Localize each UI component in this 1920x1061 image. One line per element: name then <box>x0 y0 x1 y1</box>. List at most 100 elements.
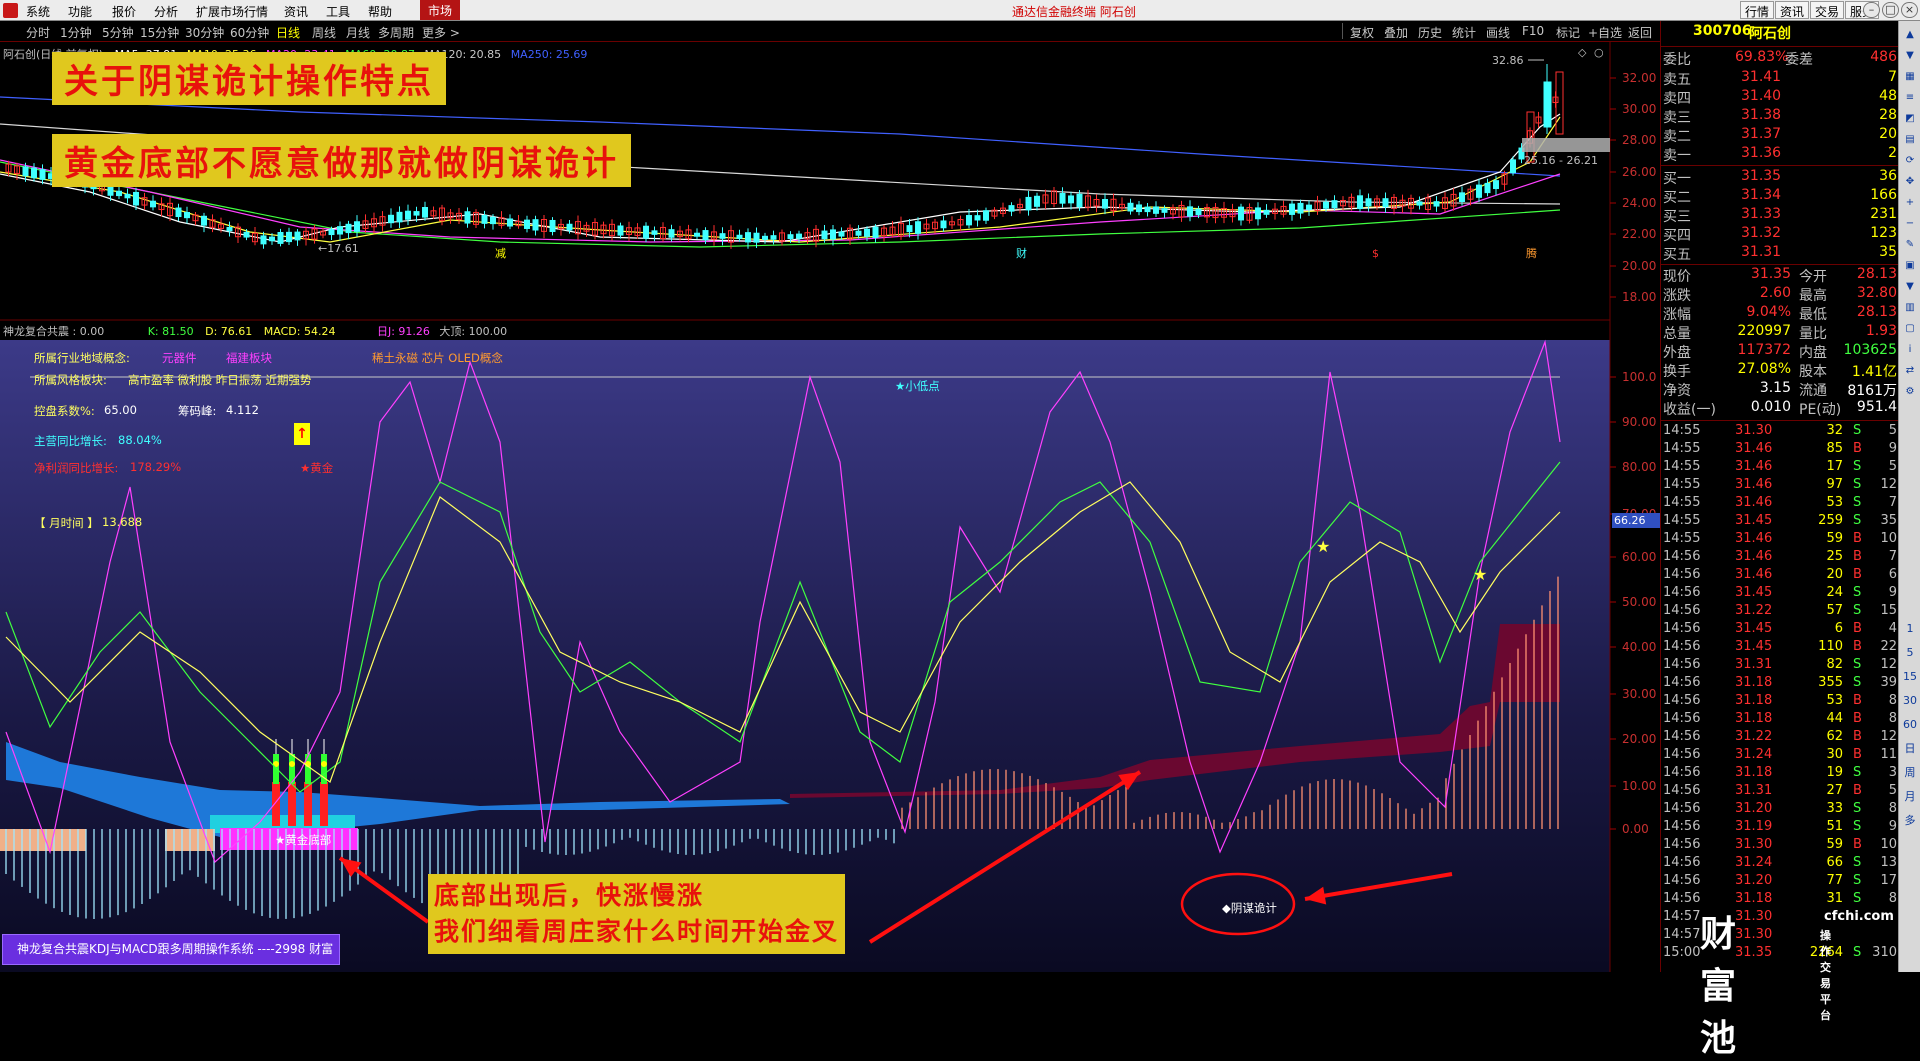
period-tab-60min[interactable]: 60分钟 <box>230 24 269 41</box>
tool-history[interactable]: 历史 <box>1418 24 1442 41</box>
market-tab[interactable]: 市场 <box>420 0 461 20</box>
candle-body <box>116 190 122 197</box>
period-tab-timeshare[interactable]: 分时 <box>26 24 50 41</box>
zoom-out-icon[interactable]: − <box>1902 216 1918 232</box>
menu-item-tools[interactable]: 工具 <box>326 3 350 20</box>
down-arrow-icon[interactable]: ▼ <box>1902 48 1918 64</box>
gear-icon[interactable]: ⚙ <box>1902 384 1918 400</box>
period-tab-daily[interactable]: 日线 <box>276 24 300 41</box>
maximize-icon[interactable]: □ <box>1882 2 1899 18</box>
chart-icon[interactable]: ◩ <box>1902 111 1918 127</box>
tick-count: 17 <box>1880 873 1897 888</box>
period-shortcut[interactable]: 多 <box>1902 813 1918 829</box>
minimize-icon[interactable]: – <box>1863 2 1880 18</box>
menu-item-analysis[interactable]: 分析 <box>154 3 178 20</box>
tick-price: 31.20 <box>1735 873 1773 888</box>
window-icon[interactable]: ▢ <box>1902 321 1918 337</box>
tick-volume: 59 <box>1826 837 1843 852</box>
candle-body <box>983 210 989 221</box>
candle-body <box>1153 206 1159 214</box>
period-tab-more[interactable]: 更多 > <box>422 24 460 41</box>
pen-icon[interactable]: ✎ <box>1902 237 1918 253</box>
zoom-in-icon[interactable]: + <box>1902 195 1918 211</box>
tick-price: 31.20 <box>1735 801 1773 816</box>
tick-side: S <box>1853 477 1862 492</box>
candle-body <box>532 219 539 231</box>
list-icon[interactable]: ≡ <box>1902 90 1918 106</box>
star-icon: ★ <box>1473 565 1487 584</box>
period-shortcut[interactable]: 周 <box>1902 765 1918 781</box>
candle-body <box>133 191 139 206</box>
weibi-label: 委比 <box>1663 52 1691 68</box>
tool-restore-right[interactable]: 复权 <box>1350 24 1374 41</box>
period-tab-5min[interactable]: 5分钟 <box>102 24 134 41</box>
period-shortcut[interactable]: 1 <box>1902 621 1918 637</box>
stat-label: 涨幅 <box>1663 307 1691 323</box>
close-icon[interactable]: × <box>1901 2 1918 18</box>
menu-item-system[interactable]: 系统 <box>26 3 50 20</box>
menu-item-help[interactable]: 帮助 <box>368 3 392 20</box>
period-tab-multi[interactable]: 多周期 <box>378 24 414 41</box>
tick-price: 31.45 <box>1735 513 1773 528</box>
tick-time: 14:56 <box>1663 729 1701 744</box>
layout-icon[interactable]: ▥ <box>1902 300 1918 316</box>
indicator-axis-label: 20.00 <box>1622 732 1656 746</box>
up-arrow-icon[interactable]: ▲ <box>1902 27 1918 43</box>
candle-body <box>617 225 624 236</box>
period-shortcut[interactable]: 60 <box>1902 717 1918 733</box>
tool-statistics[interactable]: 统计 <box>1452 24 1476 41</box>
menu-item-function[interactable]: 功能 <box>68 3 92 20</box>
info-icon[interactable]: i <box>1902 342 1918 358</box>
quote-button[interactable]: 行情 <box>1740 1 1775 19</box>
period-shortcut[interactable]: 月 <box>1902 789 1918 805</box>
indicator-name[interactable]: 神龙复合共震 <box>3 325 69 338</box>
ma250-value: MA250: 25.69 <box>510 48 588 61</box>
period-shortcut[interactable]: 30 <box>1902 693 1918 709</box>
candle-body <box>269 236 275 242</box>
menu-item-news[interactable]: 资讯 <box>284 3 308 20</box>
quote-panel: 300706 阿石创 委比 69.83% 委差 486 卖五 31.41 7 卖四 31… <box>1660 21 1901 972</box>
period-tab-monthly[interactable]: 月线 <box>346 24 370 41</box>
link-icon[interactable]: ⇄ <box>1902 363 1918 379</box>
ask-row: 卖五 31.41 7 <box>1661 69 1901 88</box>
period-shortcut[interactable]: 日 <box>1902 741 1918 757</box>
candle-body <box>1510 159 1516 174</box>
period-shortcut[interactable]: 15 <box>1902 669 1918 685</box>
filter-icon[interactable]: ▼ <box>1902 279 1918 295</box>
period-shortcut[interactable]: 5 <box>1902 645 1918 661</box>
tool-mark[interactable]: 标记 <box>1556 24 1580 41</box>
move-icon[interactable]: ✥ <box>1902 174 1918 190</box>
ask-label: 卖五 <box>1663 72 1691 88</box>
refresh-icon[interactable]: ⟳ <box>1902 153 1918 169</box>
stat-value: 0.010 <box>1750 399 1791 415</box>
tool-f10[interactable]: F10 <box>1522 24 1544 38</box>
candle-body <box>277 231 284 244</box>
trade-button[interactable]: 交易 <box>1810 1 1845 19</box>
menu-item-extended-market[interactable]: 扩展市场行情 <box>196 3 268 20</box>
tool-draw-line[interactable]: 画线 <box>1486 24 1510 41</box>
tick-time: 14:55 <box>1663 459 1701 474</box>
tick-row: 14:56 31.22 62 B 12 <box>1661 729 1901 747</box>
calc-icon[interactable]: ▣ <box>1902 258 1918 274</box>
tick-time: 14:56 <box>1663 819 1701 834</box>
chip-label: 筹码峰: <box>178 404 217 418</box>
tick-volume: 6 <box>1834 621 1843 636</box>
tick-row: 14:56 31.24 30 B 11 <box>1661 747 1901 765</box>
menu-item-quote[interactable]: 报价 <box>112 3 136 20</box>
news-button[interactable]: 资讯 <box>1775 1 1810 19</box>
tool-overlay[interactable]: 叠加 <box>1384 24 1408 41</box>
tick-price: 31.45 <box>1735 639 1773 654</box>
bid-volume: 123 <box>1870 225 1897 241</box>
d-line <box>5 481 1561 783</box>
tick-row: 14:56 31.19 51 S 9 <box>1661 819 1901 837</box>
period-tab-1min[interactable]: 1分钟 <box>60 24 92 41</box>
tool-back[interactable]: 返回 <box>1628 24 1652 41</box>
table-icon[interactable]: ▤ <box>1902 132 1918 148</box>
grid-icon[interactable]: ▦ <box>1902 69 1918 85</box>
candle-body <box>260 235 267 245</box>
period-tab-30min[interactable]: 30分钟 <box>185 24 224 41</box>
tool-add-watchlist[interactable]: +自选 <box>1588 24 1622 41</box>
period-tab-15min[interactable]: 15分钟 <box>140 24 179 41</box>
period-tab-weekly[interactable]: 周线 <box>312 24 336 41</box>
macd-value: MACD: 54.24 <box>263 325 336 338</box>
